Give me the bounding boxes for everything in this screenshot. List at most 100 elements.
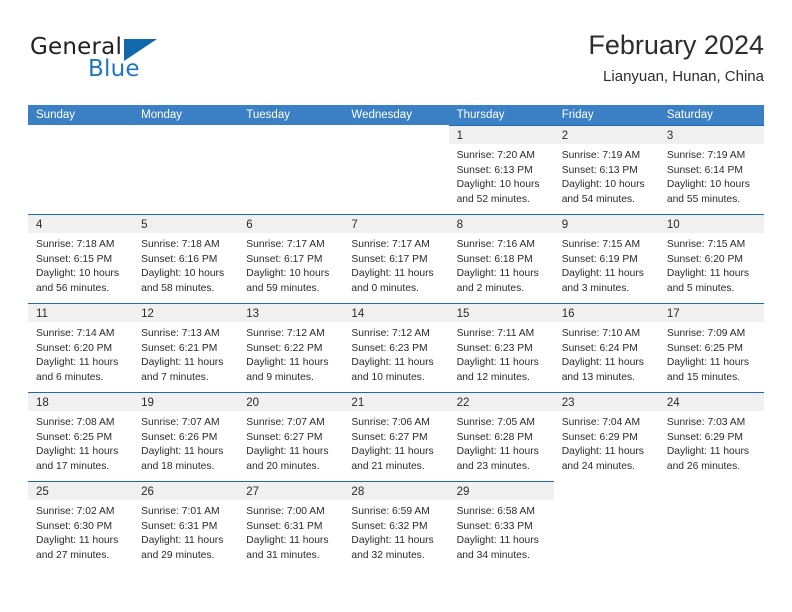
- day-details: Sunrise: 7:19 AM Sunset: 6:14 PM Daylight:…: [659, 144, 764, 207]
- daylight-text-continued: and 32 minutes.: [351, 549, 425, 561]
- calendar-day-cell[interactable]: 28 Sunrise: 6:59 AM Sunset: 6:32 PM Dayligh…: [343, 481, 449, 570]
- page-title: February 2024: [588, 30, 764, 60]
- calendar-day-cell[interactable]: 27 Sunrise: 7:00 AM Sunset: 6:31 PM Dayligh…: [238, 481, 344, 570]
- sunrise-text: Sunrise: 7:03 AM: [666, 417, 746, 428]
- day-number-bar: 2: [553, 125, 659, 144]
- daylight-text-continued: and 17 minutes.: [36, 460, 110, 472]
- day-number-bar: 6: [238, 214, 344, 233]
- calendar-grid: Sunday Monday Tuesday Wednesday Thursday Frid…: [28, 105, 764, 570]
- calendar-day-cell[interactable]: 4 Sunrise: 7:18 AM Sunset: 6:15 PM Daylight…: [28, 214, 134, 303]
- weekday-header-tuesday: Tuesday: [246, 109, 290, 121]
- sunset-text: Sunset: 6:27 PM: [246, 431, 323, 443]
- day-details: Sunrise: 7:11 AM Sunset: 6:23 PM Daylight:…: [449, 322, 554, 385]
- day-number-bar: 28: [343, 481, 449, 500]
- sunrise-text: Sunrise: 7:05 AM: [456, 417, 535, 428]
- calendar-week-row: 1 Sunrise: 7:20 AM Sunset: 6:13 PM Daylight…: [28, 125, 764, 214]
- day-details: Sunrise: 7:17 AM Sunset: 6:17 PM Daylight:…: [343, 233, 448, 296]
- calendar-day-cell[interactable]: 8 Sunrise: 7:16 AM Sunset: 6:18 PM Daylight…: [448, 214, 554, 303]
- day-number-bar: 13: [238, 303, 344, 322]
- day-details: [238, 144, 343, 149]
- calendar-day-cell[interactable]: 3 Sunrise: 7:19 AM Sunset: 6:14 PM Daylight…: [658, 125, 764, 214]
- daylight-text-continued: and 0 minutes.: [351, 282, 419, 294]
- sunset-text: Sunset: 6:17 PM: [246, 253, 323, 265]
- sunrise-text: Sunrise: 7:07 AM: [246, 417, 325, 428]
- sunset-text: Sunset: 6:31 PM: [141, 520, 218, 532]
- sunset-text: Sunset: 6:14 PM: [666, 164, 743, 176]
- daylight-text: Daylight: 11 hours: [246, 357, 329, 369]
- calendar-day-cell[interactable]: 2 Sunrise: 7:19 AM Sunset: 6:13 PM Daylight…: [553, 125, 659, 214]
- daylight-text: Daylight: 11 hours: [561, 446, 644, 458]
- daylight-text: Daylight: 10 hours: [246, 268, 330, 280]
- calendar-day-cell[interactable]: 10 Sunrise: 7:15 AM Sunset: 6:20 PM Dayligh…: [658, 214, 764, 303]
- day-details: Sunrise: 7:07 AM Sunset: 6:26 PM Daylight:…: [133, 411, 238, 474]
- calendar-day-cell[interactable]: 21 Sunrise: 7:06 AM Sunset: 6:27 PM Dayligh…: [343, 392, 449, 481]
- sunset-text: Sunset: 6:23 PM: [351, 342, 428, 354]
- daylight-text: Daylight: 11 hours: [36, 357, 119, 369]
- day-details: Sunrise: 6:59 AM Sunset: 6:32 PM Daylight:…: [343, 500, 448, 563]
- calendar-day-cell[interactable]: 29 Sunrise: 6:58 AM Sunset: 6:33 PM Dayligh…: [448, 481, 554, 570]
- calendar-day-cell[interactable]: 23 Sunrise: 7:04 AM Sunset: 6:29 PM Dayligh…: [553, 392, 659, 481]
- calendar-day-cell[interactable]: 14 Sunrise: 7:12 AM Sunset: 6:23 PM Dayligh…: [343, 303, 449, 392]
- day-number-bar: [28, 125, 133, 144]
- calendar-week-row: 25 Sunrise: 7:02 AM Sunset: 6:30 PM Dayligh…: [28, 481, 764, 570]
- calendar-day-cell[interactable]: 11 Sunrise: 7:14 AM Sunset: 6:20 PM Dayligh…: [28, 303, 134, 392]
- calendar-day-cell[interactable]: 1 Sunrise: 7:20 AM Sunset: 6:13 PM Daylight…: [448, 125, 554, 214]
- daylight-text: Daylight: 11 hours: [561, 268, 644, 280]
- calendar-day-cell[interactable]: 6 Sunrise: 7:17 AM Sunset: 6:17 PM Daylight…: [238, 214, 344, 303]
- calendar-day-cell[interactable]: 13 Sunrise: 7:12 AM Sunset: 6:22 PM Dayligh…: [238, 303, 344, 392]
- daylight-text: Daylight: 11 hours: [36, 446, 119, 458]
- calendar-day-cell[interactable]: 24 Sunrise: 7:03 AM Sunset: 6:29 PM Dayligh…: [658, 392, 764, 481]
- daylight-text-continued: and 56 minutes.: [36, 282, 110, 294]
- calendar-day-cell[interactable]: 20 Sunrise: 7:07 AM Sunset: 6:27 PM Dayligh…: [238, 392, 344, 481]
- daylight-text: Daylight: 11 hours: [351, 268, 434, 280]
- sunset-text: Sunset: 6:32 PM: [351, 520, 428, 532]
- sunrise-text: Sunrise: 7:08 AM: [36, 417, 115, 428]
- day-number-bar: 29: [448, 481, 554, 500]
- day-details: [554, 500, 659, 505]
- sunrise-text: Sunrise: 7:19 AM: [561, 150, 641, 161]
- calendar-day-cell[interactable]: 22 Sunrise: 7:05 AM Sunset: 6:28 PM Dayligh…: [448, 392, 554, 481]
- day-details: Sunrise: 7:08 AM Sunset: 6:25 PM Daylight:…: [28, 411, 133, 474]
- calendar-day-cell[interactable]: 9 Sunrise: 7:15 AM Sunset: 6:19 PM Daylight…: [553, 214, 659, 303]
- sunrise-text: Sunrise: 7:07 AM: [141, 417, 220, 428]
- weekday-header-wednesday: Wednesday: [351, 109, 412, 121]
- calendar-day-cell[interactable]: 12 Sunrise: 7:13 AM Sunset: 6:21 PM Dayligh…: [133, 303, 239, 392]
- calendar-day-cell[interactable]: 25 Sunrise: 7:02 AM Sunset: 6:30 PM Dayligh…: [28, 481, 134, 570]
- calendar-day-cell[interactable]: 26 Sunrise: 7:01 AM Sunset: 6:31 PM Dayligh…: [133, 481, 239, 570]
- day-number: 18: [36, 397, 49, 409]
- sunrise-text: Sunrise: 6:58 AM: [456, 506, 535, 517]
- calendar-day-cell[interactable]: 17 Sunrise: 7:09 AM Sunset: 6:25 PM Dayligh…: [658, 303, 764, 392]
- day-details: Sunrise: 7:17 AM Sunset: 6:17 PM Daylight:…: [238, 233, 343, 296]
- page-subtitle: Lianyuan, Hunan, China: [603, 68, 764, 85]
- daylight-text-continued: and 58 minutes.: [141, 282, 215, 294]
- day-number-bar: 1: [448, 125, 554, 144]
- day-number: 24: [666, 397, 680, 409]
- calendar-day-cell[interactable]: 18 Sunrise: 7:08 AM Sunset: 6:25 PM Dayligh…: [28, 392, 134, 481]
- calendar-day-cell[interactable]: 5 Sunrise: 7:18 AM Sunset: 6:16 PM Daylight…: [133, 214, 239, 303]
- calendar-day-cell[interactable]: 19 Sunrise: 7:07 AM Sunset: 6:26 PM Dayligh…: [133, 392, 239, 481]
- day-details: Sunrise: 7:01 AM Sunset: 6:31 PM Daylight:…: [133, 500, 238, 563]
- sunset-text: Sunset: 6:30 PM: [36, 520, 113, 532]
- day-number-bar: 12: [133, 303, 239, 322]
- day-number-bar: 23: [553, 392, 659, 411]
- day-number-bar: 4: [28, 214, 134, 233]
- day-details: Sunrise: 7:18 AM Sunset: 6:15 PM Daylight:…: [28, 233, 133, 296]
- calendar-day-cell[interactable]: 16 Sunrise: 7:10 AM Sunset: 6:24 PM Dayligh…: [553, 303, 659, 392]
- calendar-day-cell[interactable]: 7 Sunrise: 7:17 AM Sunset: 6:17 PM Daylight…: [343, 214, 449, 303]
- day-details: Sunrise: 7:12 AM Sunset: 6:23 PM Daylight:…: [343, 322, 448, 385]
- daylight-text: Daylight: 11 hours: [351, 535, 434, 547]
- daylight-text: Daylight: 11 hours: [141, 535, 224, 547]
- day-number: 14: [351, 308, 365, 320]
- day-details: Sunrise: 7:02 AM Sunset: 6:30 PM Daylight:…: [28, 500, 133, 563]
- sunset-text: Sunset: 6:16 PM: [141, 253, 218, 265]
- sunset-text: Sunset: 6:18 PM: [456, 253, 533, 265]
- day-details: Sunrise: 7:18 AM Sunset: 6:16 PM Daylight:…: [133, 233, 238, 296]
- day-number-bar: 22: [448, 392, 554, 411]
- sunset-text: Sunset: 6:29 PM: [666, 431, 743, 443]
- sunset-text: Sunset: 6:19 PM: [561, 253, 638, 265]
- day-details: Sunrise: 7:10 AM Sunset: 6:24 PM Daylight:…: [554, 322, 659, 385]
- day-details: Sunrise: 7:09 AM Sunset: 6:25 PM Daylight:…: [659, 322, 764, 385]
- logo-text-blue: Blue: [88, 56, 140, 82]
- sunset-text: Sunset: 6:17 PM: [351, 253, 428, 265]
- calendar-day-cell[interactable]: 15 Sunrise: 7:11 AM Sunset: 6:23 PM Dayligh…: [448, 303, 554, 392]
